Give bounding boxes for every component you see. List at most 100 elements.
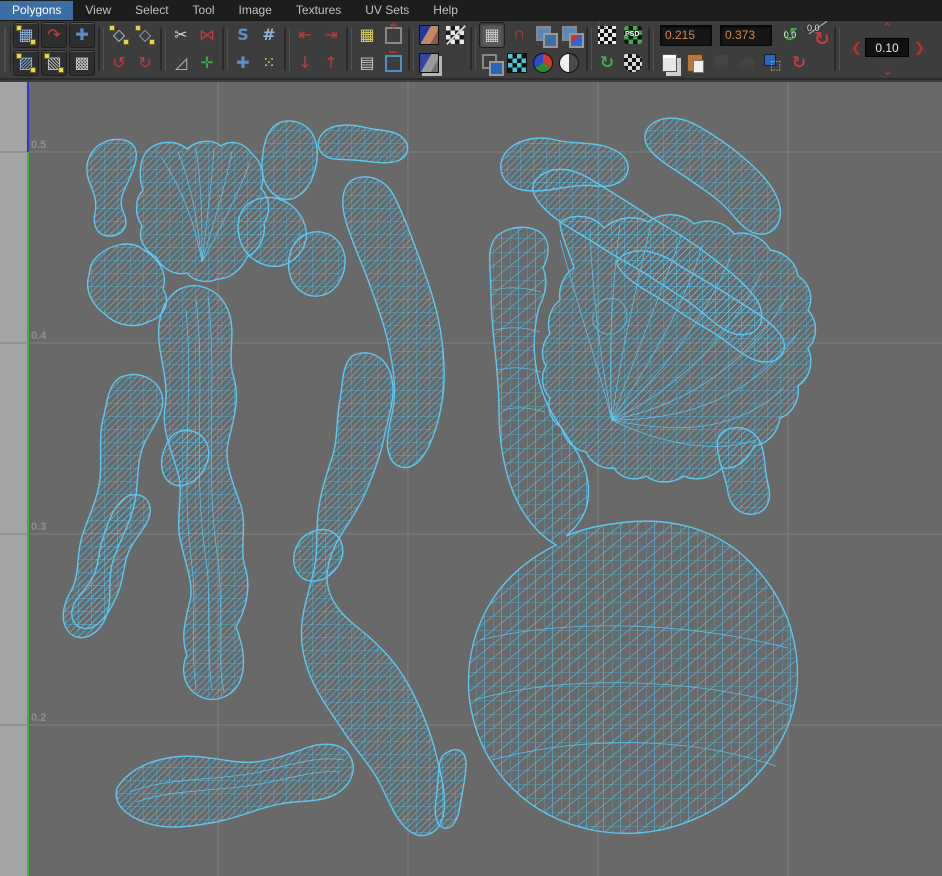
menu-textures[interactable]: Textures <box>284 1 353 20</box>
sew-uv-edges-icon[interactable]: ⋈ <box>195 23 219 47</box>
menu-help[interactable]: Help <box>421 1 470 20</box>
align-u-min-icon[interactable]: ⇤ <box>293 23 317 47</box>
uv-lattice-tool-icon[interactable]: ▦ <box>13 22 39 48</box>
uv-mesh-canvas[interactable]: 0.50.40.30.2 <box>0 82 942 876</box>
checker-map-icon <box>507 53 527 73</box>
update-psd-icon <box>624 26 642 44</box>
select-shell-tool-icon[interactable]: ▧ <box>41 50 67 76</box>
grid-uvs-icon[interactable]: # <box>257 23 281 47</box>
toolbar-row: ↻ <box>595 50 645 76</box>
toolbar-row: ▤ <box>355 50 405 76</box>
align-u-max-icon[interactable]: ⇥ <box>319 23 343 47</box>
paste-u-button[interactable] <box>709 51 733 75</box>
reset-uv-values-button[interactable]: ↻0,0 <box>805 23 831 47</box>
menu-tool[interactable]: Tool <box>181 1 227 20</box>
menu-bar: PolygonsViewSelectToolImageTexturesUV Se… <box>0 0 942 21</box>
move-pivot-glyph: ✛ <box>200 55 213 71</box>
uv-viewport[interactable]: 0.50.40.30.2 <box>0 82 942 876</box>
copy-paste-tool-icon[interactable] <box>761 51 785 75</box>
uv-smudge-tool-icon[interactable]: ↷ <box>41 22 67 48</box>
align-v-max-icon[interactable]: ↑ <box>319 51 343 75</box>
marquee-select-tool-icon[interactable]: ▩ <box>69 50 95 76</box>
copy-uvs-button[interactable] <box>657 51 681 75</box>
menu-uv-sets[interactable]: UV Sets <box>353 1 421 20</box>
isolate-select-icon[interactable]: ▦ <box>355 23 379 47</box>
step-up-button[interactable]: ⌃ <box>882 21 893 34</box>
u-coordinate-field[interactable]: 0.215 <box>660 25 712 46</box>
toolbar-group-3: ✂⋈ ◿ ✛ <box>169 22 219 76</box>
tile-outline-icon[interactable] <box>479 51 503 75</box>
rgb-channels-icon[interactable] <box>531 51 555 75</box>
shade-uvs-icon[interactable] <box>559 23 583 47</box>
unfold-uv-icon[interactable]: ◇ <box>107 23 131 47</box>
cycle-uvs-button[interactable]: ↻ <box>787 51 811 75</box>
flip-uvs-glyph: ◿ <box>175 55 187 71</box>
toolbar-separator <box>284 27 290 71</box>
menu-view[interactable]: View <box>73 1 123 20</box>
refresh-image-icon[interactable]: ↻ <box>595 51 619 75</box>
paste-v-button[interactable] <box>735 51 759 75</box>
toolbar-row: 0.215 0.373↺0.0↻0,0 <box>657 22 831 48</box>
toolbar-separator <box>222 27 228 71</box>
v-coordinate-field[interactable]: 0.373 <box>720 25 772 46</box>
shell-head-blob-b[interactable] <box>289 232 346 296</box>
toggle-grid-icon[interactable]: ▦ <box>479 22 505 48</box>
toolbar-separator <box>648 27 654 71</box>
step-value-field[interactable]: 0.10 <box>865 38 909 57</box>
move-pivot-icon[interactable]: ✛ <box>195 51 219 75</box>
pixel-snap-icon[interactable]: ∩ <box>507 23 531 47</box>
step-left-button[interactable]: ❮ <box>851 41 862 54</box>
isolate-subset-icon[interactable]: ▤ <box>355 51 379 75</box>
paste-u-button <box>715 55 728 71</box>
uv-point-dot <box>149 39 155 45</box>
rotate-uvs-ccw-icon[interactable]: ↺ <box>107 51 131 75</box>
bake-texture-icon[interactable] <box>595 23 619 47</box>
relax-uv-icon[interactable]: ◇ <box>133 23 157 47</box>
dim-image-icon[interactable] <box>417 51 441 75</box>
toolbar-row: ↺↻ <box>107 50 157 76</box>
toolbar-group-5: ⇤ ⇥ ↓ ↑ <box>293 22 343 76</box>
rotate-uvs-cw-icon[interactable]: ↻ <box>133 51 157 75</box>
toolbar-row: ↻ <box>657 50 831 76</box>
menu-select[interactable]: Select <box>123 1 180 20</box>
refresh-uv-values-button[interactable]: ↺0.0 <box>777 23 803 47</box>
step-right-button[interactable]: ❯ <box>914 41 925 54</box>
paste-uvs-button[interactable] <box>683 51 707 75</box>
display-unfiltered-icon[interactable] <box>443 23 467 47</box>
toolbar-separator <box>160 27 166 71</box>
tile-outline-icon <box>482 54 497 69</box>
display-image-icon[interactable] <box>417 23 441 47</box>
alpha-channel-icon[interactable] <box>557 51 581 75</box>
step-down-button[interactable]: ⌄ <box>882 64 893 77</box>
move-uv-shell-tool-icon[interactable]: ✚ <box>69 22 95 48</box>
uv-snapshot-icon[interactable] <box>621 51 645 75</box>
rotate-uvs-ccw-glyph: ↺ <box>112 55 125 71</box>
toolbar-grip[interactable] <box>4 26 11 72</box>
display-unfiltered-icon <box>446 26 464 44</box>
cut-uv-edges-icon[interactable]: ✂ <box>169 23 193 47</box>
checker-map-icon[interactable] <box>505 51 529 75</box>
toolbar-separator <box>408 27 414 71</box>
align-v-min-icon[interactable]: ↓ <box>293 51 317 75</box>
menu-polygons[interactable]: Polygons <box>0 1 73 20</box>
align-v-max-glyph: ↑ <box>324 55 337 71</box>
marquee-select-tool-glyph: ▩ <box>74 55 89 71</box>
update-psd-icon[interactable] <box>621 23 645 47</box>
uv-smudge-tool-glyph: ↷ <box>47 27 60 43</box>
align-u-max-glyph: ⇥ <box>324 27 337 43</box>
toolbar-row <box>479 50 583 76</box>
move-and-sew-icon[interactable]: ✚ <box>231 51 255 75</box>
view-container-icon[interactable] <box>533 23 557 47</box>
toolbar-row <box>595 22 645 48</box>
isolate-remove-icon[interactable] <box>381 51 405 75</box>
layout-uvs-icon[interactable]: S <box>231 23 255 47</box>
toolbar-row: ▦∩ <box>479 22 583 48</box>
uv-point-dot <box>30 39 36 45</box>
flip-uvs-icon[interactable]: ◿ <box>169 51 193 75</box>
toolbar-separator <box>586 27 592 71</box>
toolbar-row: ◇◇ <box>107 22 157 48</box>
split-uvs-icon[interactable]: ⁙ <box>257 51 281 75</box>
copy-paste-tool-icon <box>764 54 776 66</box>
menu-image[interactable]: Image <box>227 1 284 20</box>
uv-lattice-deform-icon[interactable]: ▨ <box>13 50 39 76</box>
